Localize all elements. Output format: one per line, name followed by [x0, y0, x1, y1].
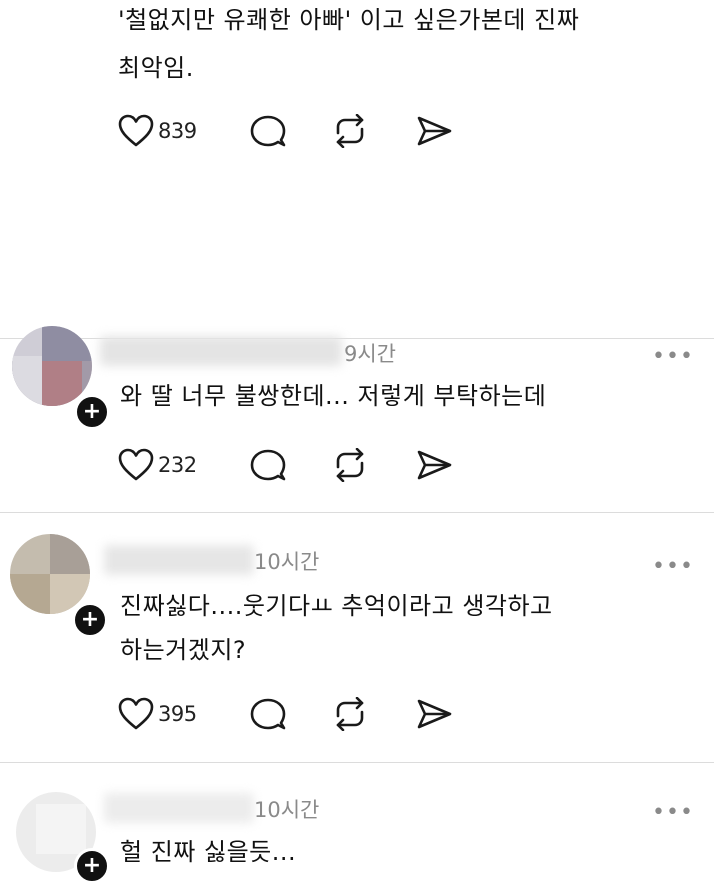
post-text-line: 최악임.: [118, 54, 194, 82]
reply-button[interactable]: [250, 114, 286, 148]
follow-button[interactable]: +: [74, 394, 110, 430]
action-bar: 232: [118, 448, 478, 482]
repost-icon: [336, 697, 364, 731]
divider: [0, 762, 714, 763]
username-redacted: [104, 793, 254, 823]
more-icon: •••: [652, 554, 694, 579]
heart-icon: [118, 697, 154, 730]
post-text-line: 하는거겠지?: [120, 636, 247, 664]
send-icon: [417, 116, 452, 146]
divider: [0, 512, 714, 513]
action-bar: 839: [118, 114, 478, 148]
more-icon: •••: [652, 344, 694, 369]
username-redacted: [104, 545, 254, 575]
action-bar: 395: [118, 697, 478, 731]
comment-icon: [250, 449, 286, 481]
post-text-line: 헐 진짜 싫을듯...: [120, 838, 297, 866]
post-time: 10시간: [254, 550, 320, 574]
more-button[interactable]: •••: [652, 556, 694, 578]
avatar[interactable]: [10, 534, 90, 614]
repost-button[interactable]: [332, 114, 368, 148]
comment-icon: [250, 115, 286, 147]
follow-button[interactable]: +: [74, 848, 110, 884]
share-button[interactable]: [416, 114, 452, 148]
repost-icon: [336, 448, 364, 482]
send-icon: [417, 699, 452, 729]
post-time: 10시간: [254, 798, 320, 822]
like-button[interactable]: 395: [118, 697, 197, 731]
heart-icon: [118, 114, 154, 147]
reply-button[interactable]: [250, 448, 286, 482]
post-text-line: 와 딸 너무 불쌍한데... 저렇게 부탁하는데: [120, 382, 547, 410]
more-icon: •••: [652, 800, 694, 825]
plus-icon: +: [82, 399, 102, 424]
more-button[interactable]: •••: [652, 802, 694, 824]
share-button[interactable]: [416, 448, 452, 482]
post-text-line: 진짜싫다....웃기다ㅛ 추억이라고 생각하고: [120, 592, 553, 620]
post-time: 9시간: [344, 342, 397, 366]
like-button[interactable]: 839: [118, 114, 197, 148]
share-button[interactable]: [416, 697, 452, 731]
more-button[interactable]: •••: [652, 346, 694, 368]
username-redacted: [100, 336, 342, 366]
like-button[interactable]: 232: [118, 448, 197, 482]
repost-button[interactable]: [332, 697, 368, 731]
reply-button[interactable]: [250, 697, 286, 731]
heart-icon: [118, 448, 154, 481]
avatar[interactable]: [12, 326, 92, 406]
post-text-line: '철없지만 유쾌한 아빠' 이고 싶은가본데 진짜: [118, 6, 580, 34]
comment-icon: [250, 698, 286, 730]
like-count: 395: [158, 702, 197, 726]
send-icon: [417, 450, 452, 480]
repost-icon: [336, 114, 364, 148]
repost-button[interactable]: [332, 448, 368, 482]
plus-icon: +: [82, 853, 102, 878]
plus-icon: +: [80, 607, 100, 632]
like-count: 232: [158, 453, 197, 477]
follow-button[interactable]: +: [72, 602, 108, 638]
like-count: 839: [158, 119, 197, 143]
